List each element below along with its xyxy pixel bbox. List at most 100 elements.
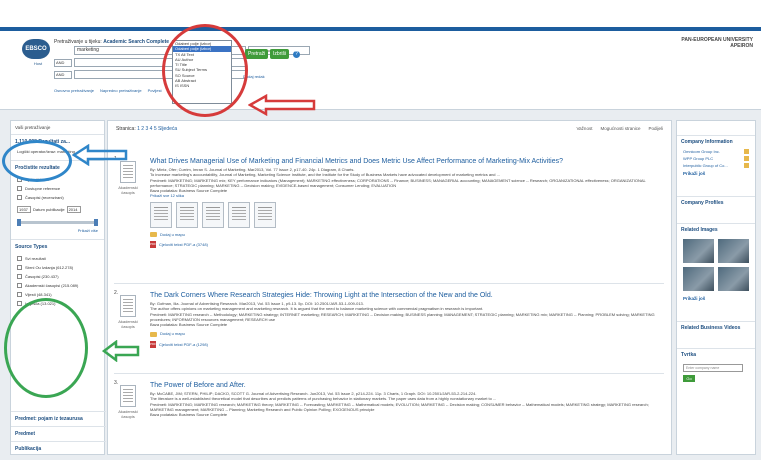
checkbox[interactable] [17,274,22,279]
ebsco-logo[interactable]: EBSCO [22,39,50,59]
page-link[interactable]: 4 [150,126,153,132]
source-academic[interactable]: Akademski časopisi (215.089) [11,281,104,290]
image-thumbnail[interactable] [228,201,250,228]
pdf-full-text-link[interactable]: PDF Cjeloviti tekst PDF-a (3748) [150,241,658,249]
show-more-images[interactable]: Prikaži još [677,294,755,303]
left-panel-header[interactable]: Vaši pretraživanje [11,121,104,135]
basic-search-link[interactable]: Osnovno pretraživanje [54,88,94,93]
image-thumbnail[interactable] [254,201,276,228]
clear-button[interactable]: Izbriši [270,49,290,59]
checkbox[interactable] [17,265,22,270]
search-header: EBSCO Host Pretraživanje u tijeku: Acade… [0,31,761,110]
company-link[interactable]: Interpublic Group of Co... [677,162,755,169]
facet-subject[interactable]: Predmet [11,426,106,441]
facet-publication[interactable]: Publikacija [11,441,106,456]
page-link[interactable]: 5 [154,126,157,132]
facet-peer-reviewed[interactable]: Časopisi (recenzirani) [11,193,104,202]
source-all[interactable]: Svi rezultati [11,254,104,263]
share-menu[interactable]: Podijeli [648,126,663,131]
facet-references[interactable]: Dostupne reference [11,184,104,193]
next-page-link[interactable]: Sljedeća [158,126,177,132]
source-types-heading[interactable]: Source Types [11,239,104,254]
checkbox[interactable] [17,301,22,306]
sort-relevance[interactable]: Važnost [577,126,593,131]
search-mode-links: Osnovno pretraživanje Napredno pretraživ… [54,88,162,93]
divider [114,373,664,374]
company-name-input[interactable]: Enter company name [683,364,743,372]
business-videos-heading[interactable]: Related Business Videos [677,321,755,334]
result-subjects: Predmeti: MARKETING; MARKETING research;… [150,401,649,412]
source-editions[interactable]: Sbrni Ou Izdanja (612.278) [11,263,104,272]
search-button[interactable]: Pretraži [245,49,269,59]
database-name[interactable]: Academic Search Complete [103,39,169,45]
company-profiles-heading[interactable]: Company Profiles [677,196,755,209]
related-image[interactable] [683,267,714,291]
image-thumbnail[interactable] [202,201,224,228]
company-icon [744,149,749,154]
related-image[interactable] [718,239,749,263]
checkbox[interactable] [17,186,22,191]
document-icon[interactable] [120,385,136,407]
page-link[interactable]: 1 [137,126,140,132]
date-slider[interactable] [17,219,98,226]
advanced-search-link[interactable]: Napredno pretraživanje [100,88,142,93]
go-button[interactable]: Go [683,375,695,382]
source-magazines[interactable]: Časopisi (230.437) [11,272,104,281]
publication-type: Akademski časopis [118,409,138,420]
logo-subtitle: Host [33,61,43,66]
bool-operator-3[interactable]: AND [54,70,72,79]
bool-operator-2[interactable]: AND [54,58,72,67]
top-bar [0,0,761,30]
company-link[interactable]: Omnicom Group Inc. [677,148,755,155]
pagination: Stranica: 1 2 3 4 5 Sljedeća [116,126,178,132]
related-images-heading[interactable]: Related Images [677,223,755,236]
show-more-link[interactable]: Prikaži više [11,228,104,233]
result-title[interactable]: What Drives Managerial Use of Marketing … [150,157,658,166]
page-link[interactable]: 2 [141,126,144,132]
result-title[interactable]: The Dark Corners Where Research Strategi… [150,291,658,300]
divider [114,283,664,284]
checkbox[interactable] [17,283,22,288]
document-icon[interactable] [120,295,136,317]
publication-type: Akademski časopis [118,185,138,196]
result-database: Baza podataka: Business Source Complete [150,322,228,328]
source-news[interactable]: Vijesti (48.341) [11,290,104,299]
show-more-companies[interactable]: Prikaži još [677,169,755,178]
pdf-full-text-link[interactable]: PDF Cjeloviti tekst PDF-a (1298) [150,340,658,348]
checkbox[interactable] [17,292,22,297]
image-thumbnail[interactable] [176,201,198,228]
slider-handle-right[interactable] [94,219,98,226]
folder-icon [150,331,157,337]
history-link[interactable]: Povijest [148,88,162,93]
institution-name: PAN-EUROPEAN UNIVERSITY APEIRON [681,37,753,49]
date-label: Datum publikacije [33,207,65,212]
facet-thesaurus[interactable]: Predmet: pojam iz tezaurusa [11,411,106,426]
date-range: 1937 Datum publikacije 2014 [11,202,104,217]
slider-handle-left[interactable] [17,219,21,226]
company-search-heading[interactable]: Tvrtka [677,348,755,361]
page-link[interactable]: 3 [145,126,148,132]
results-options: Važnost Mogućnosti stranice Podijeli [577,126,663,131]
result-number: 3. [114,380,119,386]
checkbox[interactable] [17,256,22,261]
related-images [677,236,755,294]
year-to-input[interactable]: 2014 [66,206,81,213]
related-image[interactable] [683,239,714,263]
company-icon [744,163,749,168]
image-thumbnail[interactable] [150,201,172,228]
help-icon[interactable]: ? [293,51,300,58]
year-from-input[interactable]: 1937 [17,206,31,213]
green-arrow-icon [102,340,140,362]
add-to-folder[interactable]: Dodaj u mapu [150,331,658,337]
result-title[interactable]: The Power of Before and After. [150,381,658,390]
page-options[interactable]: Mogućnosti stranice [600,126,640,131]
image-strip [150,201,658,228]
add-to-folder[interactable]: Dodaj u mapu [150,232,658,237]
show-images-link[interactable]: Prikaži sve 12 slika [150,193,658,198]
company-info-heading[interactable]: Company Information [677,135,755,148]
company-link[interactable]: WPP Group PLC [677,155,755,162]
related-image[interactable] [718,267,749,291]
checkbox[interactable] [17,195,22,200]
result-database: Baza podataka: Business Source Complete [150,412,228,418]
related-panel: Company Information Omnicom Group Inc. W… [676,120,756,455]
